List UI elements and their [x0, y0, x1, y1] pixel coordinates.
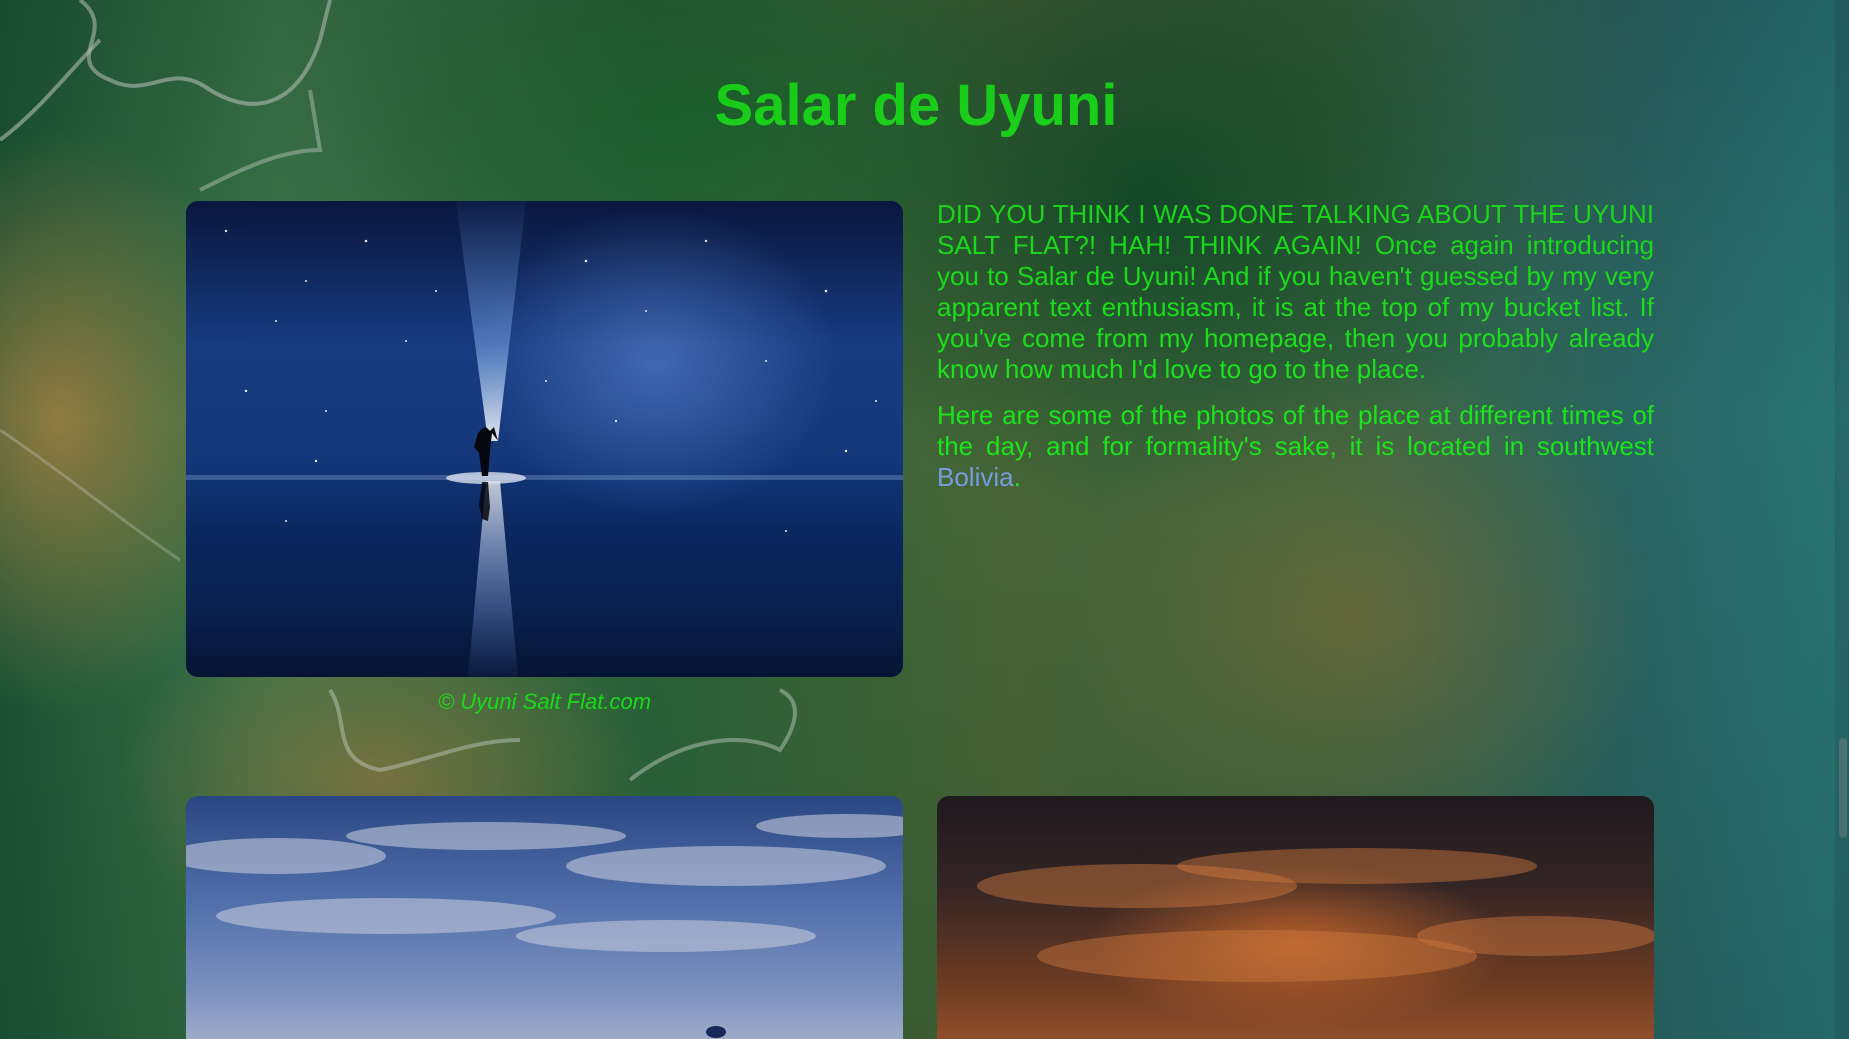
bolivia-link[interactable]: Bolivia [937, 462, 1014, 492]
person-reflection [479, 482, 490, 521]
sunset-photo-art [977, 848, 1654, 982]
person-silhouette [474, 427, 498, 476]
page-scrollbar[interactable] [1835, 0, 1849, 1039]
photo-daytime-sky [186, 796, 903, 1039]
clouds [186, 814, 903, 952]
intro-paragraph-1: DID YOU THINK I WAS DONE TALKING ABOUT T… [937, 199, 1654, 384]
intro-text: DID YOU THINK I WAS DONE TALKING ABOUT T… [937, 199, 1654, 508]
page-title: Salar de Uyuni [714, 73, 1118, 138]
intro-paragraph-2: Here are some of the photos of the place… [937, 400, 1654, 493]
photo-caption: © Uyuni Salt Flat.com [437, 689, 652, 714]
photo-sunset-sky [937, 796, 1654, 1039]
stars [224, 229, 877, 532]
scrollbar-thumb[interactable] [1839, 738, 1847, 838]
paragraph-2-text: Here are some of the photos of the place… [937, 400, 1654, 461]
sunset-clouds [977, 848, 1654, 982]
day-photo-art [186, 814, 903, 1038]
border-line [0, 428, 181, 562]
light-reflection [468, 481, 518, 677]
page-viewport: Salar de Uyuni © Uyuni Salt Flat.com DID… [0, 0, 1849, 1039]
photo-night-sky [186, 201, 903, 677]
light-beam [456, 201, 526, 441]
horizon-line [186, 475, 903, 480]
paragraph-2-end: . [1013, 462, 1021, 492]
night-photo-art [186, 201, 903, 677]
silhouette-mark [706, 1026, 726, 1038]
